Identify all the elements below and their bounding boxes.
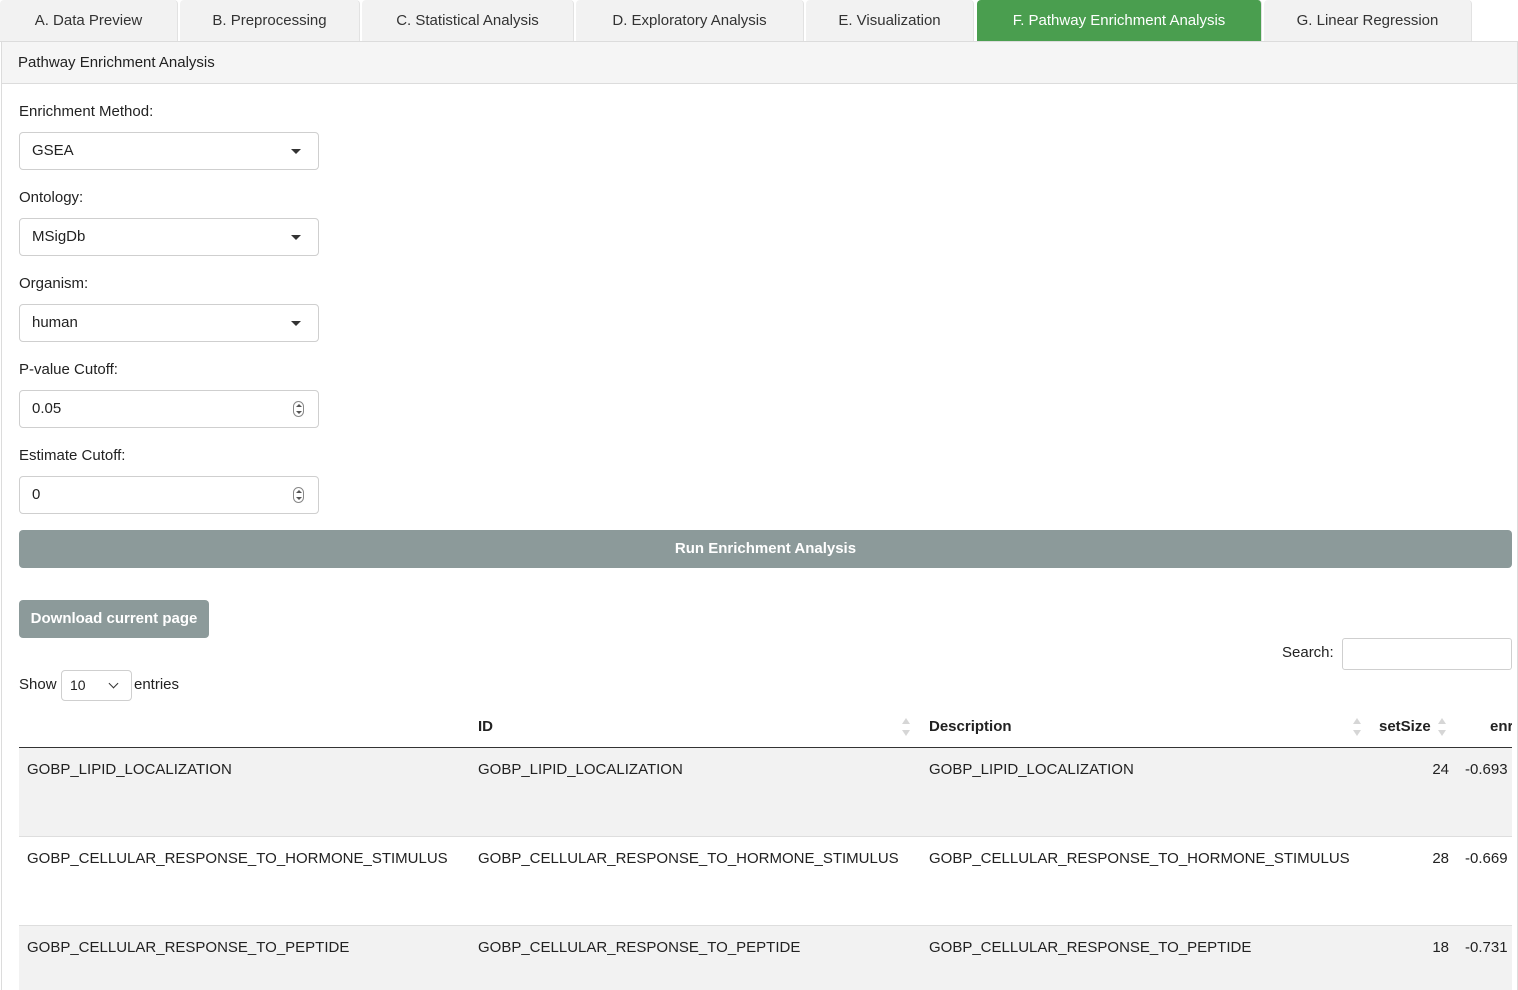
cell-name: GOBP_LIPID_LOCALIZATION bbox=[27, 761, 232, 778]
cell-enrichment: -0.693 bbox=[1465, 761, 1508, 778]
col-header-id[interactable]: ID bbox=[478, 706, 493, 748]
page-length-select[interactable]: 10 bbox=[61, 670, 132, 701]
run-enrichment-button[interactable]: Run Enrichment Analysis bbox=[19, 530, 1512, 568]
ontology-label: Ontology: bbox=[19, 189, 84, 206]
sort-icon[interactable] bbox=[1438, 718, 1446, 736]
caret-down-icon bbox=[291, 235, 301, 240]
estimate-input[interactable]: 0 bbox=[19, 476, 319, 514]
tab-data-preview[interactable]: A. Data Preview bbox=[0, 0, 178, 41]
caret-down-icon bbox=[291, 149, 301, 154]
spinner-icon[interactable] bbox=[293, 401, 304, 417]
col-header-description[interactable]: Description bbox=[929, 706, 1012, 748]
pvalue-input[interactable]: 0.05 bbox=[19, 390, 319, 428]
spinner-icon[interactable] bbox=[293, 487, 304, 503]
sort-icon[interactable] bbox=[902, 718, 910, 736]
table-row[interactable]: GOBP_CELLULAR_RESPONSE_TO_PEPTIDE GOBP_C… bbox=[19, 926, 1512, 990]
sort-icon[interactable] bbox=[1353, 718, 1361, 736]
cell-enrichment: -0.669 bbox=[1465, 850, 1508, 867]
organism-value: human bbox=[32, 314, 78, 331]
cell-setsize: 24 bbox=[1432, 761, 1449, 778]
table-header: ID Description setSize enr bbox=[19, 706, 1512, 748]
tab-visualization[interactable]: E. Visualization bbox=[806, 0, 974, 41]
cell-enrichment: -0.731 bbox=[1465, 939, 1508, 956]
show-label: Show bbox=[19, 676, 57, 693]
organism-label: Organism: bbox=[19, 275, 89, 292]
tab-pathway-enrichment[interactable]: F. Pathway Enrichment Analysis bbox=[977, 0, 1262, 41]
search-label: Search: bbox=[1282, 644, 1334, 661]
method-select[interactable]: GSEA bbox=[19, 132, 319, 170]
method-value: GSEA bbox=[32, 142, 74, 159]
caret-down-icon bbox=[291, 321, 301, 326]
ontology-select[interactable]: MSigDb bbox=[19, 218, 319, 256]
enrichment-panel: Pathway Enrichment Analysis Enrichment M… bbox=[1, 42, 1518, 990]
tab-exploratory-analysis[interactable]: D. Exploratory Analysis bbox=[576, 0, 804, 41]
table-row[interactable]: GOBP_CELLULAR_RESPONSE_TO_HORMONE_STIMUL… bbox=[19, 837, 1512, 926]
method-label: Enrichment Method: bbox=[19, 103, 154, 120]
cell-name: GOBP_CELLULAR_RESPONSE_TO_HORMONE_STIMUL… bbox=[27, 850, 448, 867]
organism-select[interactable]: human bbox=[19, 304, 319, 342]
cell-setsize: 18 bbox=[1432, 939, 1449, 956]
tab-statistical-analysis[interactable]: C. Statistical Analysis bbox=[362, 0, 574, 41]
cell-description: GOBP_LIPID_LOCALIZATION bbox=[929, 761, 1134, 778]
pvalue-label: P-value Cutoff: bbox=[19, 361, 118, 378]
table-row[interactable]: GOBP_LIPID_LOCALIZATION GOBP_LIPID_LOCAL… bbox=[19, 748, 1512, 837]
page-length-value: 10 bbox=[70, 677, 86, 693]
entries-label: entries bbox=[134, 676, 180, 693]
cell-id: GOBP_CELLULAR_RESPONSE_TO_HORMONE_STIMUL… bbox=[478, 850, 899, 867]
search-input[interactable] bbox=[1342, 638, 1512, 670]
pvalue-value: 0.05 bbox=[32, 400, 62, 417]
col-header-enrichment[interactable]: enr bbox=[1490, 706, 1512, 748]
col-header-setsize[interactable]: setSize bbox=[1379, 706, 1431, 748]
results-table: ID Description setSize enr GOBP_LIPID_LO… bbox=[19, 706, 1512, 990]
cell-setsize: 28 bbox=[1432, 850, 1449, 867]
tab-linear-regression[interactable]: G. Linear Regression bbox=[1264, 0, 1472, 41]
download-page-button[interactable]: Download current page bbox=[19, 600, 209, 638]
estimate-value: 0 bbox=[32, 486, 41, 503]
chevron-down-icon bbox=[108, 678, 119, 689]
cell-id: GOBP_CELLULAR_RESPONSE_TO_PEPTIDE bbox=[478, 939, 801, 956]
cell-id: GOBP_LIPID_LOCALIZATION bbox=[478, 761, 683, 778]
cell-name: GOBP_CELLULAR_RESPONSE_TO_PEPTIDE bbox=[27, 939, 350, 956]
tab-bar: A. Data Preview B. Preprocessing C. Stat… bbox=[0, 0, 1518, 42]
tab-preprocessing[interactable]: B. Preprocessing bbox=[180, 0, 360, 41]
ontology-value: MSigDb bbox=[32, 228, 86, 245]
cell-description: GOBP_CELLULAR_RESPONSE_TO_HORMONE_STIMUL… bbox=[929, 850, 1350, 867]
cell-description: GOBP_CELLULAR_RESPONSE_TO_PEPTIDE bbox=[929, 939, 1252, 956]
panel-title: Pathway Enrichment Analysis bbox=[2, 42, 1517, 84]
estimate-label: Estimate Cutoff: bbox=[19, 447, 126, 464]
